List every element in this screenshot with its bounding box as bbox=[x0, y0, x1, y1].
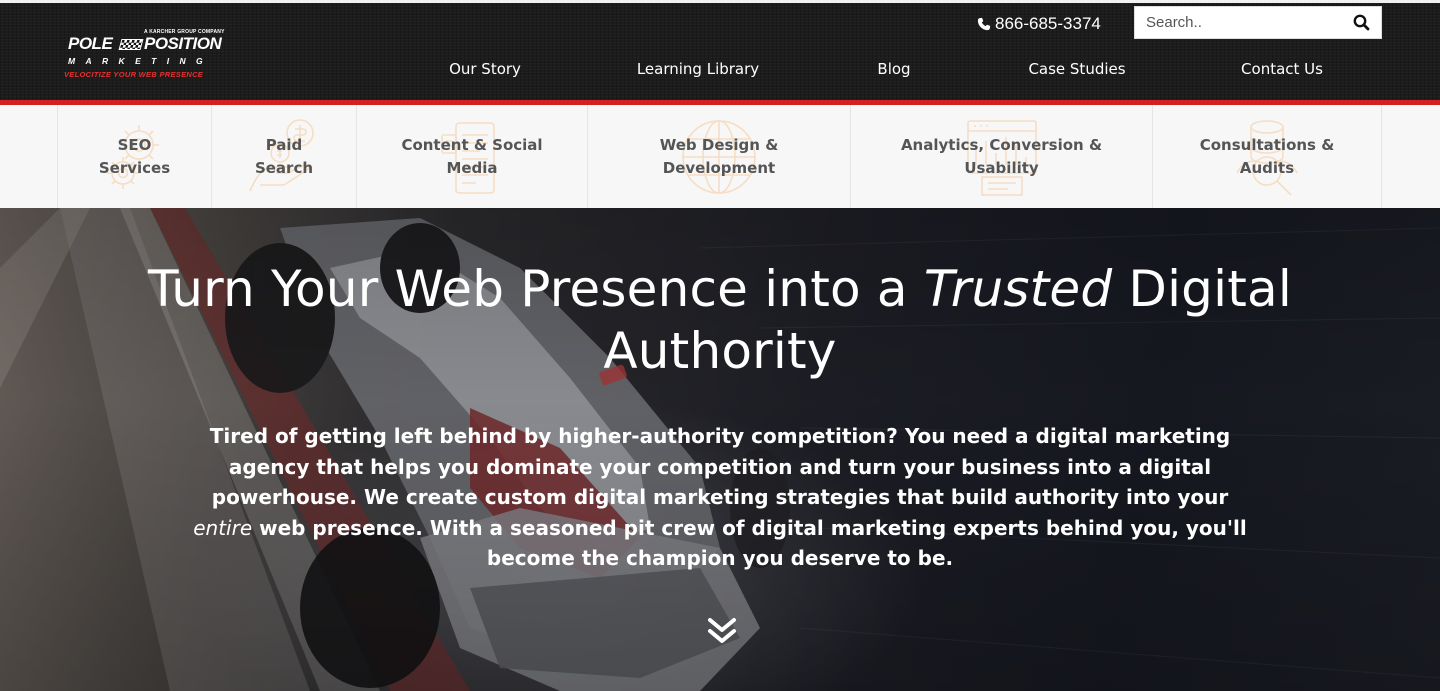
phone-link[interactable]: 866-685-3374 bbox=[977, 13, 1101, 35]
service-seo[interactable]: SEO Services bbox=[57, 105, 211, 208]
service-web-design[interactable]: Web Design & Development bbox=[587, 105, 850, 208]
service-label: SEO Services bbox=[98, 135, 171, 177]
nav-case-studies[interactable]: Case Studies bbox=[1028, 60, 1125, 78]
search-button[interactable] bbox=[1351, 12, 1373, 34]
checkered-flag-icon bbox=[118, 39, 144, 50]
service-label: Paid Search bbox=[254, 135, 314, 177]
hero-section: Turn Your Web Presence into a Trusted Di… bbox=[0, 208, 1440, 691]
hero-title: Turn Your Web Presence into a Trusted Di… bbox=[120, 258, 1320, 382]
hero-text-start: Tired of getting left behind by higher-a… bbox=[209, 424, 1231, 509]
double-chevron-down-icon bbox=[708, 618, 736, 643]
scroll-down-button[interactable] bbox=[706, 616, 738, 646]
phone-number: 866-685-3374 bbox=[995, 14, 1101, 33]
hero-description: Tired of getting left behind by higher-a… bbox=[190, 421, 1250, 574]
hero-text-emphasis: entire bbox=[193, 515, 253, 540]
service-paid-search[interactable]: Paid Search bbox=[211, 105, 356, 208]
service-analytics[interactable]: Analytics, Conversion & Usability bbox=[850, 105, 1152, 208]
hero-text-end: web presence. With a seasoned pit crew o… bbox=[252, 515, 1247, 571]
services-bar: SEO Services Paid Search Content & Socia… bbox=[0, 105, 1440, 208]
hero-title-emphasis: Trusted bbox=[923, 260, 1113, 318]
search-icon bbox=[1353, 14, 1370, 31]
service-label: Analytics, Conversion & Usability bbox=[900, 135, 1103, 177]
service-label: Content & Social Media bbox=[401, 135, 543, 177]
logo-name-part2: POSITION bbox=[144, 34, 222, 53]
search-box bbox=[1134, 6, 1382, 39]
nav-our-story[interactable]: Our Story bbox=[449, 60, 521, 78]
logo-name-part1: POLE bbox=[68, 34, 113, 53]
hero-title-start: Turn Your Web Presence into a bbox=[148, 260, 924, 318]
nav-learning-library[interactable]: Learning Library bbox=[637, 60, 759, 78]
search-input[interactable] bbox=[1135, 7, 1335, 38]
phone-icon bbox=[977, 17, 991, 31]
nav-blog[interactable]: Blog bbox=[877, 60, 910, 78]
site-header: A KARCHER GROUP COMPANY POLE POSITION MA… bbox=[0, 0, 1440, 100]
nav-contact-us[interactable]: Contact Us bbox=[1241, 60, 1323, 78]
service-consultations[interactable]: Consultations & Audits bbox=[1152, 105, 1382, 208]
main-nav: Our Story Learning Library Blog Case Stu… bbox=[0, 60, 1440, 86]
service-content-social[interactable]: Content & Social Media bbox=[356, 105, 587, 208]
service-label: Consultations & Audits bbox=[1199, 135, 1335, 177]
service-label: Web Design & Development bbox=[659, 135, 779, 177]
